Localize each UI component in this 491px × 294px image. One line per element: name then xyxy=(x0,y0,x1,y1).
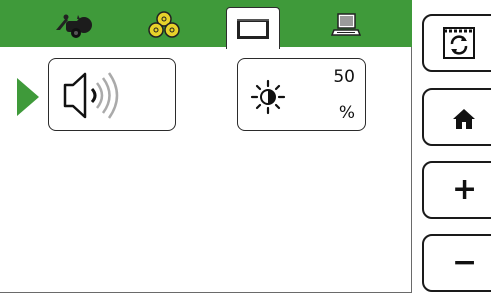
tab-bales[interactable] xyxy=(137,6,191,44)
speaker-volume-icon xyxy=(63,72,119,119)
minus-label: − xyxy=(452,245,478,280)
tab-bar xyxy=(0,0,412,49)
home-icon xyxy=(453,109,475,129)
tab-display[interactable] xyxy=(226,7,280,49)
volume-setting-button[interactable] xyxy=(48,58,176,131)
tab-baler[interactable] xyxy=(48,6,102,44)
laptop-terminal-icon xyxy=(331,13,361,36)
brightness-sun-icon xyxy=(250,79,286,115)
home-button[interactable] xyxy=(422,88,491,146)
plus-label: + xyxy=(452,172,478,207)
plus-button[interactable]: + xyxy=(422,161,491,219)
round-baler-icon xyxy=(56,14,92,38)
brightness-setting-button[interactable]: 50 % xyxy=(237,58,366,131)
selection-pointer xyxy=(17,78,39,116)
cycle-button[interactable] xyxy=(422,14,491,72)
brightness-unit: % xyxy=(338,103,355,123)
display-screen-icon xyxy=(237,18,269,39)
brightness-value: 50 xyxy=(333,67,355,87)
minus-button[interactable]: − xyxy=(422,234,491,292)
tab-terminal[interactable] xyxy=(319,6,373,44)
main-panel: 50 % xyxy=(0,0,412,293)
cycle-arrows-icon xyxy=(443,27,475,59)
bale-stack-icon xyxy=(148,11,180,38)
